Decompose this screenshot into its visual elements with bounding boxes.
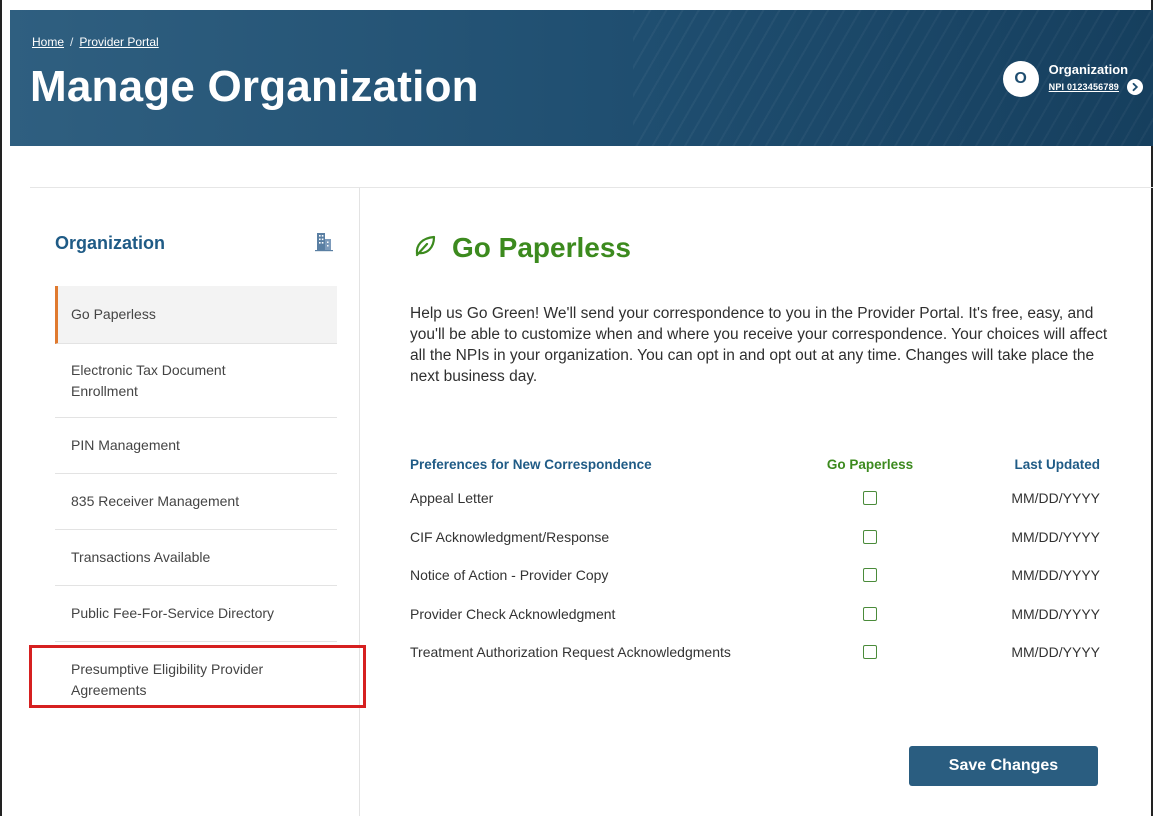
row-last-updated: MM/DD/YYYY xyxy=(1011,528,1100,545)
avatar: O xyxy=(1002,61,1039,97)
sidebar-item-label: 835 Receiver Management xyxy=(71,493,240,509)
organization-npi-row: NPI 0123456789 xyxy=(1049,79,1143,95)
sidebar-item-label: PIN Management xyxy=(71,437,180,453)
column-header-last-updated: Last Updated xyxy=(1014,456,1100,472)
preferences-table: Preferences for New Correspondence Go Pa… xyxy=(410,453,1100,672)
breadcrumb-provider-portal-link[interactable]: Provider Portal xyxy=(79,35,158,49)
table-row: Notice of Action - Provider Copy MM/DD/Y… xyxy=(410,556,1100,595)
go-paperless-checkbox-cell xyxy=(810,606,930,621)
organization-name: Organization xyxy=(1048,62,1129,77)
row-last-updated: MM/DD/YYYY xyxy=(1011,490,1100,507)
column-header-preferences: Preferences for New Correspondence xyxy=(410,456,652,472)
main-content: Go Paperless Help us Go Green! We'll sen… xyxy=(360,187,1153,816)
save-changes-button[interactable]: Save Changes xyxy=(909,746,1098,786)
go-paperless-checkbox[interactable] xyxy=(863,529,877,544)
sidebar-item-electronic-tax-document-enrollment[interactable]: Electronic Tax Document Enrollment xyxy=(55,344,337,418)
go-paperless-checkbox-cell xyxy=(810,568,930,583)
go-paperless-checkbox[interactable] xyxy=(863,645,877,660)
sidebar-item-pin-management[interactable]: PIN Management xyxy=(55,418,337,474)
row-correspondence-name: Treatment Authorization Request Acknowle… xyxy=(410,644,731,661)
intro-text: Help us Go Green! We'll send your corres… xyxy=(410,305,1108,385)
page-header: Home / Provider Portal Manage Organization… xyxy=(10,10,1153,146)
sidebar-item-label: Go Paperless xyxy=(71,306,156,322)
go-paperless-checkbox-cell xyxy=(810,491,930,506)
row-correspondence-name: Notice of Action - Provider Copy xyxy=(410,567,609,584)
chevron-right-icon[interactable] xyxy=(1127,79,1143,95)
sidebar-item-go-paperless[interactable]: Go Paperless xyxy=(55,286,337,344)
organization-npi-link[interactable]: NPI 0123456789 xyxy=(1049,82,1119,92)
section-heading: Go Paperless xyxy=(412,232,631,264)
page-title: Manage Organization xyxy=(30,62,479,111)
go-paperless-checkbox[interactable] xyxy=(863,491,877,506)
organization-badge[interactable]: O Organization NPI 0123456789 xyxy=(1002,61,1143,97)
sidebar-item-public-fee-for-service-directory[interactable]: Public Fee-For-Service Directory xyxy=(55,586,337,642)
leaf-icon xyxy=(412,233,438,264)
row-correspondence-name: Provider Check Acknowledgment xyxy=(410,605,616,622)
table-row: Appeal Letter MM/DD/YYYY xyxy=(410,479,1100,518)
sidebar-header: Organization xyxy=(55,230,335,257)
sidebar-item-label: Public Fee-For-Service Directory xyxy=(71,605,275,621)
section-title: Go Paperless xyxy=(452,232,631,263)
row-last-updated: MM/DD/YYYY xyxy=(1011,644,1100,661)
highlight-annotation-box xyxy=(29,645,366,708)
sidebar-item-transactions-available[interactable]: Transactions Available xyxy=(55,530,337,586)
breadcrumb-home-link[interactable]: Home xyxy=(32,35,64,49)
table-row: Treatment Authorization Request Acknowle… xyxy=(410,633,1100,672)
table-header-row: Preferences for New Correspondence Go Pa… xyxy=(410,453,1100,475)
go-paperless-checkbox-cell xyxy=(810,529,930,544)
sidebar-item-835-receiver-management[interactable]: 835 Receiver Management xyxy=(55,474,337,530)
column-header-go-paperless: Go Paperless xyxy=(826,456,914,472)
go-paperless-checkbox[interactable] xyxy=(863,568,877,583)
sidebar-title: Organization xyxy=(55,233,166,253)
table-row: CIF Acknowledgment/Response MM/DD/YYYY xyxy=(410,518,1100,557)
go-paperless-checkbox[interactable] xyxy=(863,606,877,621)
row-last-updated: MM/DD/YYYY xyxy=(1011,567,1100,584)
sidebar-item-label: Electronic Tax Document Enrollment xyxy=(71,361,226,399)
row-correspondence-name: Appeal Letter xyxy=(410,490,494,507)
table-row: Provider Check Acknowledgment MM/DD/YYYY xyxy=(410,595,1100,634)
go-paperless-checkbox-cell xyxy=(810,645,930,660)
row-last-updated: MM/DD/YYYY xyxy=(1011,605,1100,622)
sidebar-item-label: Transactions Available xyxy=(71,549,211,565)
row-correspondence-name: CIF Acknowledgment/Response xyxy=(410,528,610,545)
breadcrumb: Home / Provider Portal xyxy=(32,35,159,49)
building-icon xyxy=(313,230,335,257)
sidebar: Organization Go Paperless Electronic Tax… xyxy=(30,187,360,816)
breadcrumb-separator: / xyxy=(70,35,74,49)
organization-info: Organization NPI 0123456789 xyxy=(1049,61,1143,95)
